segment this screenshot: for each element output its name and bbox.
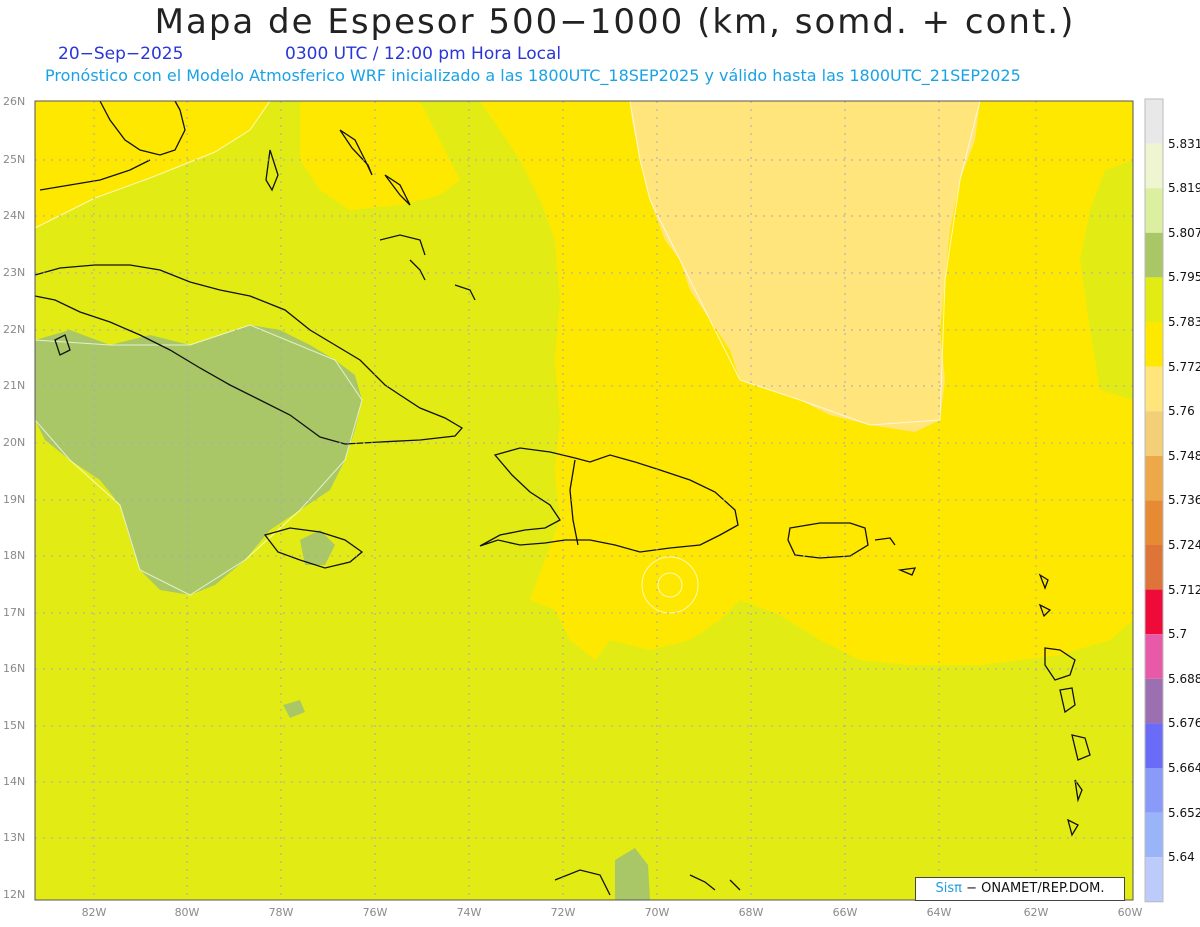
- lon-label: 72W: [550, 906, 576, 919]
- lon-label: 76W: [362, 906, 388, 919]
- lon-label: 82W: [81, 906, 107, 919]
- lat-label: 24N: [3, 209, 26, 222]
- lat-label: 19N: [3, 493, 26, 506]
- colorbar-swatch: [1145, 545, 1163, 590]
- lat-label: 15N: [3, 719, 26, 732]
- colorbar-label: 5.652: [1168, 806, 1200, 820]
- colorbar-swatch: [1145, 500, 1163, 545]
- colorbar-label: 5.819: [1168, 181, 1200, 195]
- colorbar-swatch: [1145, 366, 1163, 412]
- thickness-map: [34, 98, 1164, 903]
- colorbar-label: 5.783: [1168, 315, 1200, 329]
- colorbar-swatch: [1145, 723, 1163, 768]
- colorbar-label: 5.807: [1168, 226, 1200, 240]
- colorbar-swatch: [1145, 322, 1163, 367]
- colorbar-label: 5.736: [1168, 493, 1200, 507]
- lat-label: 22N: [3, 323, 26, 336]
- colorbar-label: 5.688: [1168, 672, 1200, 686]
- lon-label: 68W: [738, 906, 764, 919]
- lat-label: 16N: [3, 662, 26, 675]
- colorbar-label: 5.676: [1168, 716, 1200, 730]
- colorbar-label: 5.664: [1168, 761, 1200, 775]
- credit-brand: Sisπ: [935, 881, 962, 896]
- colorbar-label: 5.795: [1168, 270, 1200, 284]
- colorbar-swatch: [1145, 678, 1163, 724]
- lon-label: 70W: [644, 906, 670, 919]
- lat-label: 25N: [3, 153, 26, 166]
- credit-org: − ONAMET/REP.DOM.: [966, 881, 1105, 896]
- colorbar-swatch: [1145, 634, 1163, 679]
- colorbar-label: 5.712: [1168, 583, 1200, 597]
- colorbar-swatch: [1145, 232, 1163, 278]
- lat-label: 21N: [3, 379, 26, 392]
- lat-label: 13N: [3, 831, 26, 844]
- colorbar: [1144, 98, 1164, 903]
- lon-label: 60W: [1117, 906, 1143, 919]
- colorbar-swatch: [1145, 143, 1163, 189]
- colorbar-swatch: [1145, 768, 1163, 813]
- colorbar-swatch: [1145, 277, 1163, 322]
- colorbar-swatch: [1145, 812, 1163, 858]
- colorbar-label: 5.724: [1168, 538, 1200, 552]
- colorbar-swatch: [1145, 455, 1163, 501]
- map-title: Mapa de Espesor 500−1000 (km, somd. + co…: [154, 2, 1076, 42]
- colorbar-swatch: [1145, 99, 1163, 144]
- lat-label: 18N: [3, 549, 26, 562]
- valid-date: 20−Sep−2025: [58, 44, 184, 64]
- lat-label: 14N: [3, 775, 26, 788]
- lat-label: 12N: [3, 888, 26, 901]
- credit-box: Sisπ − ONAMET/REP.DOM.: [915, 877, 1125, 901]
- valid-time: 0300 UTC / 12:00 pm Hora Local: [285, 44, 562, 64]
- lat-label: 20N: [3, 436, 26, 449]
- colorbar-swatch: [1145, 857, 1163, 902]
- lon-label: 78W: [268, 906, 294, 919]
- colorbar-swatch: [1145, 589, 1163, 635]
- lat-label: 17N: [3, 606, 26, 619]
- colorbar-label: 5.76: [1168, 404, 1195, 418]
- colorbar-label: 5.831: [1168, 137, 1200, 151]
- colorbar-label: 5.7: [1168, 627, 1188, 641]
- lat-label: 23N: [3, 266, 26, 279]
- forecast-info: Pronóstico con el Modelo Atmosferico WRF…: [45, 66, 1021, 85]
- colorbar-label: 5.772: [1168, 360, 1200, 374]
- colorbar-label: 5.64: [1168, 850, 1195, 864]
- lat-label: 26N: [3, 95, 26, 108]
- lon-label: 62W: [1023, 906, 1049, 919]
- colorbar-swatch: [1145, 411, 1163, 456]
- colorbar-label: 5.748: [1168, 449, 1200, 463]
- lon-label: 66W: [832, 906, 858, 919]
- lon-label: 74W: [456, 906, 482, 919]
- lon-label: 64W: [926, 906, 952, 919]
- colorbar-swatch: [1145, 188, 1163, 233]
- lon-label: 80W: [174, 906, 200, 919]
